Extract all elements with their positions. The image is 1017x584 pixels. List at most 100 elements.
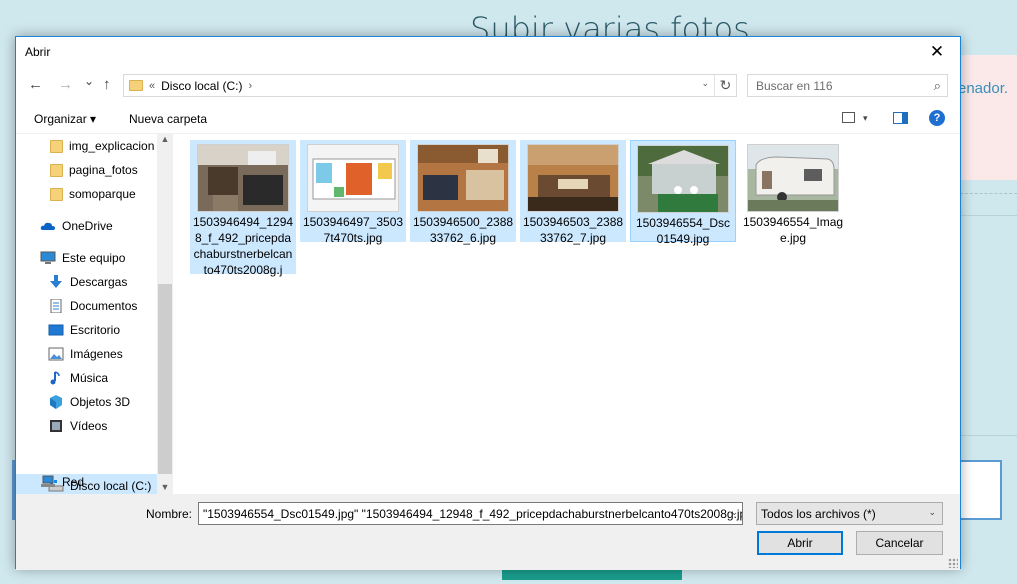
sidebar-item-imagenes[interactable]: Imágenes — [16, 342, 157, 366]
file-item[interactable]: 1503946497_35037t470ts.jpg — [300, 140, 406, 245]
view-options-icon[interactable] — [842, 112, 855, 123]
breadcrumb-separator-icon[interactable]: › — [248, 80, 252, 92]
background-divider — [960, 193, 1017, 194]
pictures-icon — [48, 347, 64, 361]
cube-icon — [48, 395, 64, 409]
background-divider — [960, 215, 1017, 435]
sidebar-item-label: Escritorio — [70, 323, 121, 337]
sidebar-item-descargas[interactable]: Descargas — [16, 270, 157, 294]
cloud-icon — [40, 219, 56, 233]
sidebar-item-label: Vídeos — [70, 419, 108, 433]
sidebar-item-label: Documentos — [70, 299, 138, 313]
network-icon — [40, 475, 56, 489]
search-icon: ⌕ — [933, 78, 941, 93]
thumbnail-image — [637, 145, 729, 213]
scroll-down-icon[interactable]: ▼ — [157, 482, 173, 492]
folder-icon — [50, 139, 63, 153]
back-arrow-icon[interactable]: ← — [28, 76, 43, 93]
sidebar-item-escritorio[interactable]: Escritorio — [16, 318, 157, 342]
address-row: ← → ⌄ ↑ « Disco local (C:) › ⌄ ↻ ⌕ — [16, 68, 960, 103]
sidebar-item-label: pagina_fotos — [69, 163, 138, 177]
desktop-icon — [48, 323, 64, 337]
file-item[interactable]: 1503946503_238833762_7.jpg — [520, 140, 626, 245]
file-type-select[interactable]: Todos los archivos (*) ⌄ — [756, 502, 943, 525]
sidebar-item-label: Música — [70, 371, 109, 385]
sidebar-item-objetos-3d[interactable]: Objetos 3D — [16, 390, 157, 414]
view-dropdown-icon[interactable]: ▾ — [863, 113, 868, 124]
dialog-title: Abrir — [25, 45, 51, 59]
sidebar-scrollbar[interactable]: ▲ ▼ — [157, 134, 173, 494]
file-name: 1503946554_Dsc01549.jpg — [635, 216, 731, 246]
music-icon — [48, 371, 64, 385]
open-file-dialog: Abrir ✕ ← → ⌄ ↑ « Disco local (C:) › ⌄ ↻… — [15, 36, 961, 570]
file-item[interactable]: 1503946494_12948_f_492_pricepdachaburstn… — [190, 140, 296, 277]
file-name: 1503946500_238833762_6.jpg — [412, 215, 514, 245]
address-bar[interactable]: « Disco local (C:) › ⌄ ↻ — [123, 74, 737, 97]
sidebar-item-label: Imágenes — [70, 347, 123, 361]
dialog-titlebar[interactable]: Abrir ✕ — [16, 37, 960, 68]
sidebar-item-label: Objetos 3D — [70, 395, 131, 409]
chevron-down-icon[interactable]: ⌄ — [928, 507, 936, 518]
up-arrow-icon[interactable]: ↑ — [103, 76, 111, 93]
file-name: 1503946497_35037t470ts.jpg — [302, 215, 404, 245]
file-item[interactable]: 1503946554_Dsc01549.jpg — [630, 140, 736, 246]
file-item[interactable]: 1503946554_Image.jpg — [740, 140, 846, 245]
recent-locations-chevron-icon[interactable]: ⌄ — [84, 74, 94, 88]
organize-button[interactable]: Organizar ▾ — [34, 112, 96, 126]
thumbnail-image — [197, 144, 289, 212]
file-list: 1503946494_12948_f_492_pricepdachaburstn… — [173, 134, 960, 494]
document-icon — [48, 298, 64, 314]
file-type-value: Todos los archivos (*) — [761, 507, 876, 521]
open-button[interactable]: Abrir — [757, 531, 843, 555]
thumbnail-image — [527, 144, 619, 212]
sidebar-item-documentos[interactable]: Documentos — [16, 294, 157, 318]
thumbnail-image — [747, 144, 839, 212]
sidebar-item-onedrive[interactable]: OneDrive — [16, 214, 157, 238]
new-folder-button[interactable]: Nueva carpeta — [129, 112, 207, 126]
background-link[interactable]: enador. — [958, 80, 1008, 97]
folder-icon — [129, 80, 143, 91]
sidebar-item-label: OneDrive — [62, 219, 113, 233]
file-name: 1503946494_12948_f_492_pricepdachaburstn… — [192, 215, 294, 277]
address-dropdown-icon[interactable]: ⌄ — [701, 78, 709, 89]
breadcrumb-location[interactable]: Disco local (C:) — [161, 79, 242, 93]
filename-field[interactable]: "1503946554_Dsc01549.jpg" "1503946494_12… — [198, 502, 743, 525]
chevron-down-icon[interactable]: ⌄ — [730, 507, 738, 518]
sidebar-item-musica[interactable]: Música — [16, 366, 157, 390]
sidebar-item-img-explicacion[interactable]: img_explicacion — [16, 134, 157, 158]
dialog-footer: Nombre: "1503946554_Dsc01549.jpg" "15039… — [16, 494, 960, 570]
scroll-up-icon[interactable]: ▲ — [157, 134, 173, 144]
sidebar-item-pagina-fotos[interactable]: pagina_fotos — [16, 158, 157, 182]
command-toolbar: Organizar ▾ Nueva carpeta ▾ ? — [16, 104, 960, 134]
folder-icon — [50, 163, 63, 177]
folder-icon — [50, 187, 63, 201]
sidebar-item-label: Red — [62, 475, 85, 489]
search-box[interactable]: ⌕ — [747, 74, 948, 97]
sidebar-item-label: Este equipo — [62, 251, 126, 265]
file-item[interactable]: 1503946500_238833762_6.jpg — [410, 140, 516, 245]
sidebar-item-somoparque[interactable]: somoparque — [16, 182, 157, 206]
download-icon — [48, 275, 64, 289]
background-divider — [960, 435, 1017, 436]
preview-pane-icon[interactable] — [893, 112, 908, 124]
refresh-icon[interactable]: ↻ — [714, 75, 736, 96]
close-icon[interactable]: ✕ — [914, 37, 960, 67]
file-name: 1503946554_Image.jpg — [742, 215, 844, 245]
thumbnail-image — [307, 144, 399, 212]
sidebar-item-videos[interactable]: Vídeos — [16, 414, 157, 438]
resize-grip-icon[interactable] — [948, 558, 958, 568]
computer-icon — [40, 251, 56, 265]
scrollbar-thumb[interactable] — [158, 284, 172, 474]
sidebar-item-este-equipo[interactable]: Este equipo — [16, 246, 157, 270]
forward-arrow-icon[interactable]: → — [58, 76, 73, 93]
cancel-button[interactable]: Cancelar — [856, 531, 943, 555]
search-input[interactable] — [756, 78, 926, 93]
help-icon[interactable]: ? — [929, 110, 945, 126]
thumbnail-image — [417, 144, 509, 212]
filename-label: Nombre: — [146, 507, 193, 521]
overflow-chevron-icon[interactable]: « — [149, 80, 155, 92]
sidebar-item-red[interactable]: Red — [16, 470, 157, 494]
sidebar-item-label: img_explicacion — [69, 139, 155, 153]
filename-value: "1503946554_Dsc01549.jpg" "1503946494_12… — [203, 507, 743, 521]
file-name: 1503946503_238833762_7.jpg — [522, 215, 624, 245]
